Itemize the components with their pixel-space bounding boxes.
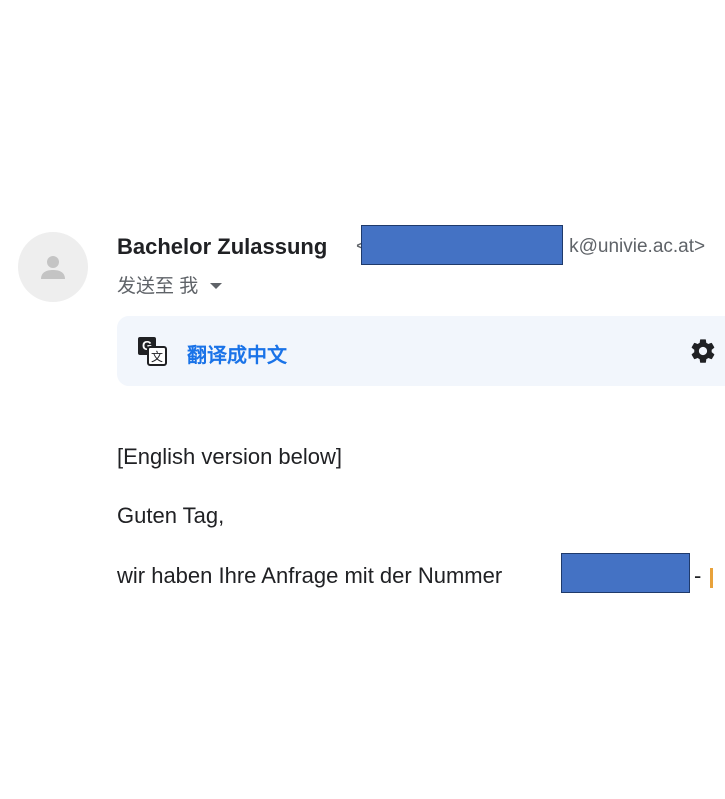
sender-name: Bachelor Zulassung: [117, 234, 328, 259]
recipient-label: 发送至 我: [117, 276, 199, 297]
avatar-person-icon: [41, 256, 65, 279]
translate-link[interactable]: 翻译成中文: [187, 339, 287, 368]
translate-icon: G 文: [138, 337, 167, 366]
body-trailing-dash: -: [694, 563, 702, 588]
gear-icon[interactable]: [689, 337, 717, 365]
svg-text:文: 文: [151, 349, 163, 364]
sender-avatar[interactable]: [18, 232, 88, 302]
chevron-down-icon: [210, 282, 223, 289]
body-request-line: wir haben Ihre Anfrage mit der Nummer: [117, 563, 503, 588]
body-greeting: Guten Tag,: [117, 503, 225, 528]
recipient-dropdown[interactable]: 发送至 我: [117, 271, 223, 298]
cursor-marker: [710, 568, 713, 588]
translate-bar: G 文 翻译成中文: [117, 316, 725, 386]
redaction-request-number: [561, 553, 690, 593]
redaction-sender-email: [361, 225, 563, 265]
body-english-note: [English version below]: [117, 444, 343, 469]
